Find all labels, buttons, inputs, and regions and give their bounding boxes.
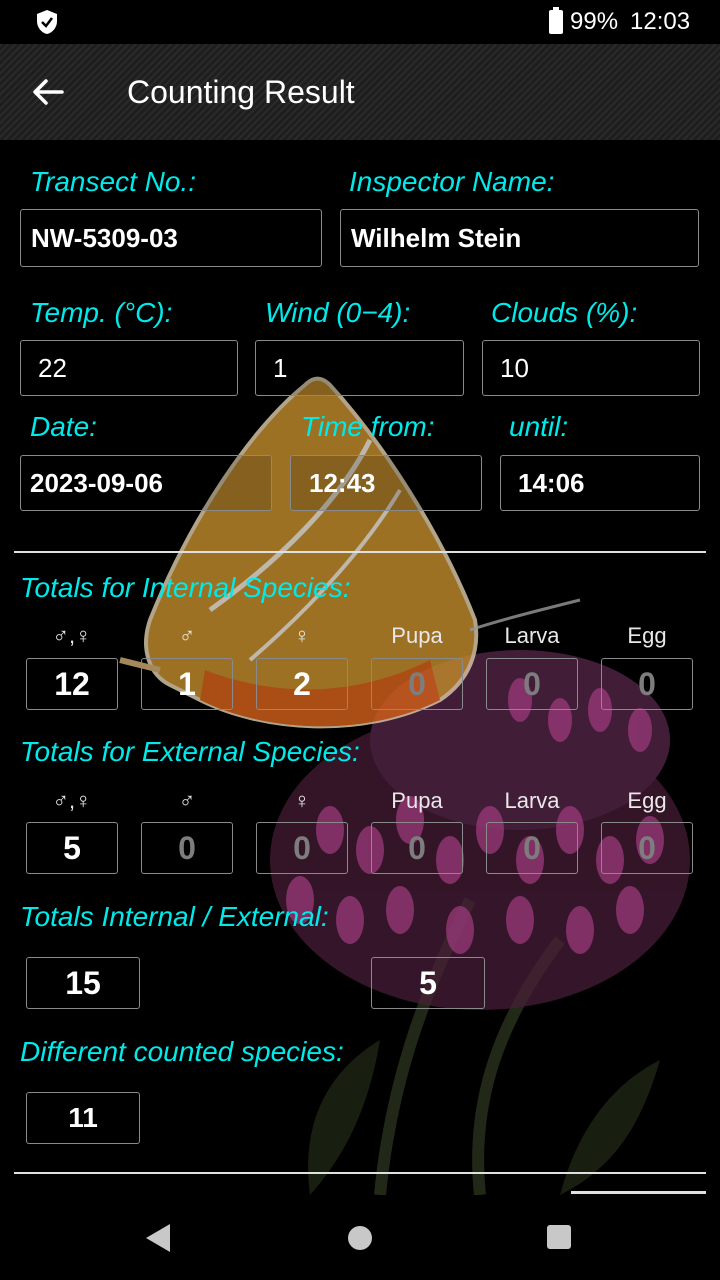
col-header-larva: Larva — [504, 788, 560, 813]
divider — [14, 551, 706, 553]
external-female-count: 0 — [256, 822, 348, 874]
nav-recent-icon[interactable] — [547, 1225, 571, 1249]
system-nav-bar — [0, 1196, 720, 1280]
int-ext-totals-title: Totals Internal / External: — [20, 901, 329, 932]
internal-egg-count: 0 — [601, 658, 693, 710]
scroll-indicator — [571, 1191, 706, 1194]
battery-percent: 99% — [570, 8, 619, 35]
external-male-female-count: 5 — [26, 822, 118, 874]
internal-total-count: 15 — [26, 957, 140, 1009]
col-header-male-female: ♂,♀ — [52, 623, 92, 648]
external-larva-count: 0 — [486, 822, 578, 874]
time-from-field[interactable]: 12:43 — [290, 455, 482, 511]
battery-icon — [549, 7, 563, 34]
divider — [14, 1172, 706, 1174]
external-total-count: 5 — [371, 957, 485, 1009]
temp-field[interactable]: 22 — [20, 340, 238, 396]
col-header-male: ♂ — [178, 788, 196, 813]
status-bar: 99% 12:03 — [0, 0, 720, 44]
external-male-count: 0 — [141, 822, 233, 874]
until-field[interactable]: 14:06 — [500, 455, 700, 511]
col-header-pupa: Pupa — [391, 623, 443, 648]
internal-pupa-count: 0 — [371, 658, 463, 710]
col-header-female: ♀ — [293, 623, 311, 648]
clouds-field[interactable]: 10 — [482, 340, 700, 396]
clouds-label: Clouds (%): — [491, 297, 638, 328]
app-toolbar: Counting Result — [0, 44, 720, 140]
col-header-male: ♂ — [178, 623, 196, 648]
wind-field[interactable]: 1 — [255, 340, 464, 396]
internal-male-count: 1 — [141, 658, 233, 710]
internal-female-count: 2 — [256, 658, 348, 710]
col-header-pupa: Pupa — [391, 788, 443, 813]
time-from-label: Time from: — [301, 411, 435, 442]
page-title: Counting Result — [127, 74, 355, 110]
col-header-egg: Egg — [627, 788, 667, 813]
arrow-left-icon[interactable] — [28, 72, 68, 112]
different-species-title: Different counted species: — [20, 1036, 344, 1067]
inspector-label: Inspector Name: — [349, 166, 555, 197]
status-time: 12:03 — [630, 8, 691, 35]
nav-home-icon[interactable] — [348, 1226, 372, 1250]
shield-icon — [37, 10, 57, 34]
internal-larva-count: 0 — [486, 658, 578, 710]
temp-label: Temp. (°C): — [30, 297, 173, 328]
date-label: Date: — [30, 411, 97, 442]
col-header-female: ♀ — [293, 788, 311, 813]
external-totals-title: Totals for External Species: — [20, 736, 360, 767]
col-header-male-female: ♂,♀ — [52, 788, 92, 813]
date-field[interactable]: 2023-09-06 — [20, 455, 272, 511]
inspector-field[interactable]: Wilhelm Stein — [340, 209, 699, 267]
external-pupa-count: 0 — [371, 822, 463, 874]
nav-back-icon[interactable] — [146, 1224, 170, 1252]
different-species-count: 11 — [26, 1092, 140, 1144]
transect-field[interactable]: NW-5309-03 — [20, 209, 322, 267]
until-label: until: — [509, 411, 569, 442]
col-header-larva: Larva — [504, 623, 560, 648]
wind-label: Wind (0−4): — [265, 297, 411, 328]
col-header-egg: Egg — [627, 623, 667, 648]
transect-label: Transect No.: — [30, 166, 196, 197]
internal-male-female-count: 12 — [26, 658, 118, 710]
internal-totals-title: Totals for Internal Species: — [20, 572, 351, 603]
external-egg-count: 0 — [601, 822, 693, 874]
